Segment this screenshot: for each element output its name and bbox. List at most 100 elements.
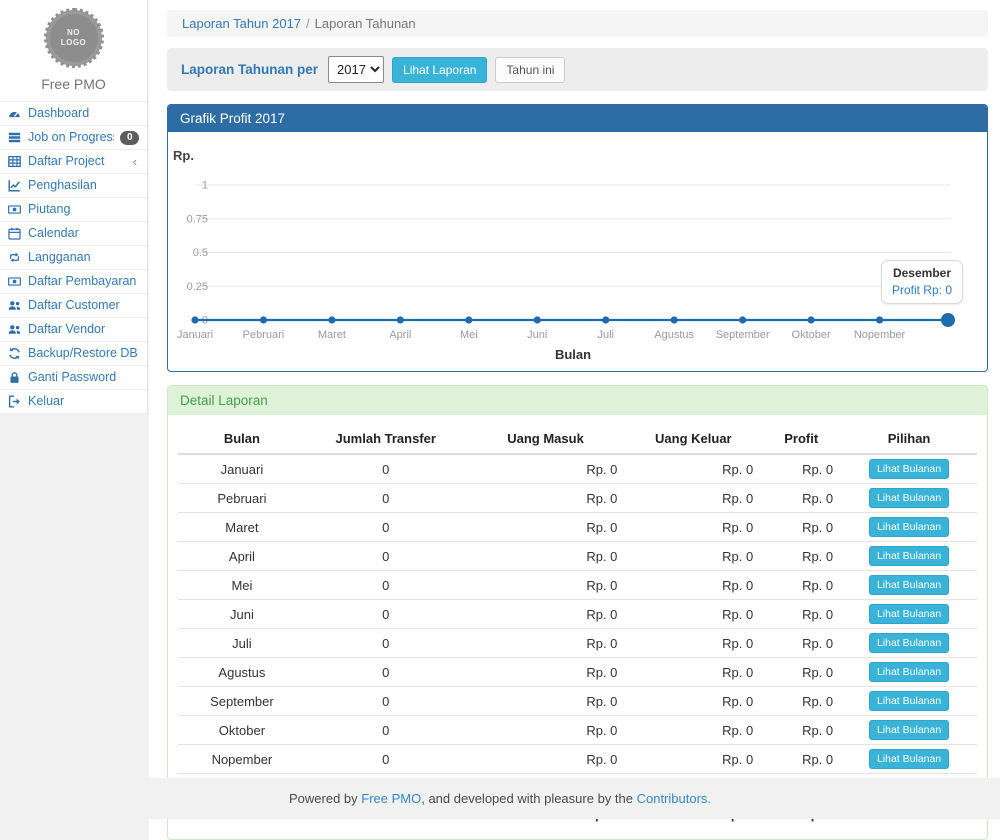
cell-profit: Rp. 0 — [761, 571, 841, 600]
cell-uang-keluar: Rp. 0 — [625, 484, 761, 513]
cell-jumlah-transfer: 0 — [306, 571, 466, 600]
pilihan-cell: Lihat Bulanan — [841, 571, 977, 600]
sidebar-menu: DashboardJob on Progress0Daftar Project‹… — [0, 101, 147, 414]
cell-uang-masuk: Rp. 0 — [466, 454, 626, 484]
svg-text:1: 1 — [202, 180, 208, 192]
svg-text:Rp.: Rp. — [173, 148, 194, 163]
report-filter-bar: Laporan Tahunan per 2017 Lihat Laporan T… — [167, 48, 988, 91]
pilihan-cell: Lihat Bulanan — [841, 600, 977, 629]
lihat-bulanan-button[interactable]: Lihat Bulanan — [869, 488, 949, 508]
pilihan-cell: Lihat Bulanan — [841, 454, 977, 484]
table-row: April0Rp. 0Rp. 0Rp. 0Lihat Bulanan — [178, 542, 977, 571]
cell-jumlah-transfer: 0 — [306, 542, 466, 571]
cell-profit: Rp. 0 — [761, 600, 841, 629]
cell-jumlah-transfer: 0 — [306, 687, 466, 716]
lihat-bulanan-button[interactable]: Lihat Bulanan — [869, 749, 949, 769]
money-icon — [7, 203, 22, 216]
sidebar-item-daftar-project[interactable]: Daftar Project‹ — [0, 150, 147, 174]
cell-bulan: Pebruari — [178, 484, 306, 513]
cell-uang-keluar: Rp. 0 — [625, 629, 761, 658]
sidebar-item-daftar-customer[interactable]: Daftar Customer — [0, 294, 147, 318]
sidebar-item-job-on-progress[interactable]: Job on Progress0 — [0, 126, 147, 150]
cell-bulan: Agustus — [178, 658, 306, 687]
footer-link-freepmo[interactable]: Free PMO — [361, 791, 421, 806]
svg-text:April: April — [389, 329, 411, 341]
main-content: Laporan Tahun 2017/Laporan Tahunan Lapor… — [149, 0, 1000, 840]
sidebar-item-label: Job on Progress — [28, 130, 114, 145]
footer-link-contributors[interactable]: Contributors. — [637, 791, 711, 806]
lihat-bulanan-button[interactable]: Lihat Bulanan — [869, 633, 949, 653]
svg-text:0.5: 0.5 — [193, 247, 208, 259]
cell-uang-masuk: Rp. 0 — [466, 484, 626, 513]
sidebar-item-ganti-password[interactable]: Ganti Password — [0, 366, 147, 390]
breadcrumb-link[interactable]: Laporan Tahun 2017 — [182, 16, 301, 31]
lihat-laporan-button[interactable]: Lihat Laporan — [392, 57, 487, 83]
lihat-bulanan-button[interactable]: Lihat Bulanan — [869, 546, 949, 566]
svg-text:0.25: 0.25 — [187, 281, 208, 293]
tachometer-icon — [7, 107, 22, 120]
lihat-bulanan-button[interactable]: Lihat Bulanan — [869, 517, 949, 537]
sidebar-item-backup-restore-db[interactable]: Backup/Restore DB — [0, 342, 147, 366]
table-row: Agustus0Rp. 0Rp. 0Rp. 0Lihat Bulanan — [178, 658, 977, 687]
cell-uang-masuk: Rp. 0 — [466, 600, 626, 629]
cell-profit: Rp. 0 — [761, 716, 841, 745]
table-row: Juni0Rp. 0Rp. 0Rp. 0Lihat Bulanan — [178, 600, 977, 629]
table-icon — [7, 155, 22, 168]
sidebar-item-keluar[interactable]: Keluar — [0, 390, 147, 414]
cell-bulan: Oktober — [178, 716, 306, 745]
sidebar-item-langganan[interactable]: Langganan — [0, 246, 147, 270]
refresh-icon — [7, 347, 22, 360]
sidebar-item-label: Backup/Restore DB — [28, 346, 139, 361]
lihat-bulanan-button[interactable]: Lihat Bulanan — [869, 604, 949, 624]
sidebar-item-calendar[interactable]: Calendar — [0, 222, 147, 246]
retweet-icon — [7, 251, 22, 264]
logo-area: NOLOGO — [0, 0, 147, 66]
svg-text:Juni: Juni — [527, 329, 547, 341]
cell-uang-keluar: Rp. 0 — [625, 716, 761, 745]
lihat-bulanan-button[interactable]: Lihat Bulanan — [869, 662, 949, 682]
cell-jumlah-transfer: 0 — [306, 484, 466, 513]
sidebar-item-daftar-pembayaran[interactable]: Daftar Pembayaran — [0, 270, 147, 294]
svg-text:Mei: Mei — [460, 329, 478, 341]
table-row: Mei0Rp. 0Rp. 0Rp. 0Lihat Bulanan — [178, 571, 977, 600]
lihat-bulanan-button[interactable]: Lihat Bulanan — [869, 691, 949, 711]
report-table-wrap: BulanJumlah TransferUang MasukUang Kelua… — [168, 415, 987, 839]
sign-out-icon — [7, 395, 22, 408]
sidebar-item-daftar-vendor[interactable]: Daftar Vendor — [0, 318, 147, 342]
cell-bulan: Juni — [178, 600, 306, 629]
col-header-jumlah-transfer: Jumlah Transfer — [306, 424, 466, 454]
sidebar-item-dashboard[interactable]: Dashboard — [0, 102, 147, 126]
tasks-icon — [7, 131, 22, 144]
col-header-uang-masuk: Uang Masuk — [466, 424, 626, 454]
sidebar-item-piutang[interactable]: Piutang — [0, 198, 147, 222]
table-row: Maret0Rp. 0Rp. 0Rp. 0Lihat Bulanan — [178, 513, 977, 542]
table-row: Nopember0Rp. 0Rp. 0Rp. 0Lihat Bulanan — [178, 745, 977, 774]
cell-uang-keluar: Rp. 0 — [625, 745, 761, 774]
svg-text:Pebruari: Pebruari — [243, 329, 285, 341]
year-select[interactable]: 2017 — [328, 56, 384, 83]
table-row: Pebruari0Rp. 0Rp. 0Rp. 0Lihat Bulanan — [178, 484, 977, 513]
chevron-left-icon: ‹ — [133, 157, 139, 167]
table-row: Oktober0Rp. 0Rp. 0Rp. 0Lihat Bulanan — [178, 716, 977, 745]
cell-uang-masuk: Rp. 0 — [466, 629, 626, 658]
lihat-bulanan-button[interactable]: Lihat Bulanan — [869, 575, 949, 595]
cell-jumlah-transfer: 0 — [306, 454, 466, 484]
col-header-bulan: Bulan — [178, 424, 306, 454]
table-row: September0Rp. 0Rp. 0Rp. 0Lihat Bulanan — [178, 687, 977, 716]
line-chart-icon — [7, 179, 22, 192]
lihat-bulanan-button[interactable]: Lihat Bulanan — [869, 459, 949, 479]
cell-uang-keluar: Rp. 0 — [625, 658, 761, 687]
cell-bulan: September — [178, 687, 306, 716]
no-logo-badge: NOLOGO — [46, 10, 102, 66]
cell-bulan: Mei — [178, 571, 306, 600]
calendar-icon — [7, 227, 22, 240]
pilihan-cell: Lihat Bulanan — [841, 629, 977, 658]
cell-profit: Rp. 0 — [761, 687, 841, 716]
users-icon — [7, 299, 22, 312]
sidebar-item-penghasilan[interactable]: Penghasilan — [0, 174, 147, 198]
tahun-ini-button[interactable]: Tahun ini — [495, 57, 565, 83]
cell-uang-masuk: Rp. 0 — [466, 658, 626, 687]
breadcrumb: Laporan Tahun 2017/Laporan Tahunan — [167, 10, 988, 37]
lihat-bulanan-button[interactable]: Lihat Bulanan — [869, 720, 949, 740]
detail-report-panel: Detail Laporan BulanJumlah TransferUang … — [167, 385, 988, 840]
